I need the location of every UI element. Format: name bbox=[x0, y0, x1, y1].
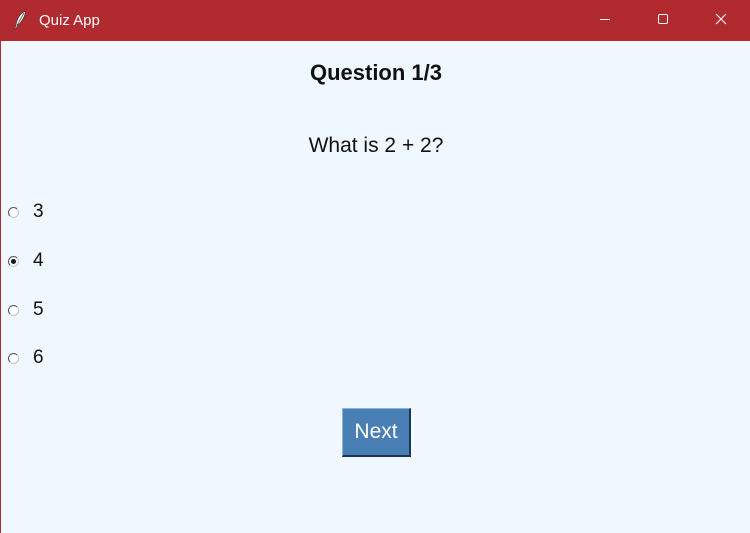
minimize-button[interactable] bbox=[576, 0, 634, 41]
answer-label: 6 bbox=[33, 347, 44, 368]
answer-label: 3 bbox=[33, 201, 44, 222]
answer-option-1[interactable]: 3 bbox=[8, 200, 44, 224]
close-button[interactable] bbox=[692, 0, 750, 41]
radio-button[interactable] bbox=[8, 304, 19, 316]
feather-icon bbox=[12, 10, 28, 30]
radio-button[interactable] bbox=[8, 206, 19, 218]
maximize-icon bbox=[657, 12, 669, 30]
answer-option-3[interactable]: 5 bbox=[8, 298, 44, 322]
window-title: Quiz App bbox=[39, 12, 100, 29]
minimize-icon bbox=[599, 12, 611, 30]
radio-button[interactable] bbox=[8, 352, 19, 364]
maximize-button[interactable] bbox=[634, 0, 692, 41]
title-bar[interactable]: Quiz App bbox=[1, 0, 750, 41]
question-text: What is 2 + 2? bbox=[308, 134, 444, 157]
close-icon bbox=[715, 12, 727, 30]
answer-label: 4 bbox=[33, 250, 44, 271]
quiz-app-window: Quiz App Question 1/3 What is 2 + 2? 3 4 bbox=[0, 0, 750, 533]
answer-option-4[interactable]: 6 bbox=[8, 346, 44, 370]
question-counter: Question 1/3 bbox=[309, 60, 443, 85]
answer-option-2[interactable]: 4 bbox=[8, 249, 44, 273]
radio-button-selected[interactable] bbox=[8, 255, 19, 267]
quiz-content: Question 1/3 What is 2 + 2? 3 4 5 6 Next bbox=[1, 41, 750, 533]
answer-label: 5 bbox=[33, 299, 44, 320]
next-button[interactable]: Next bbox=[342, 408, 411, 457]
